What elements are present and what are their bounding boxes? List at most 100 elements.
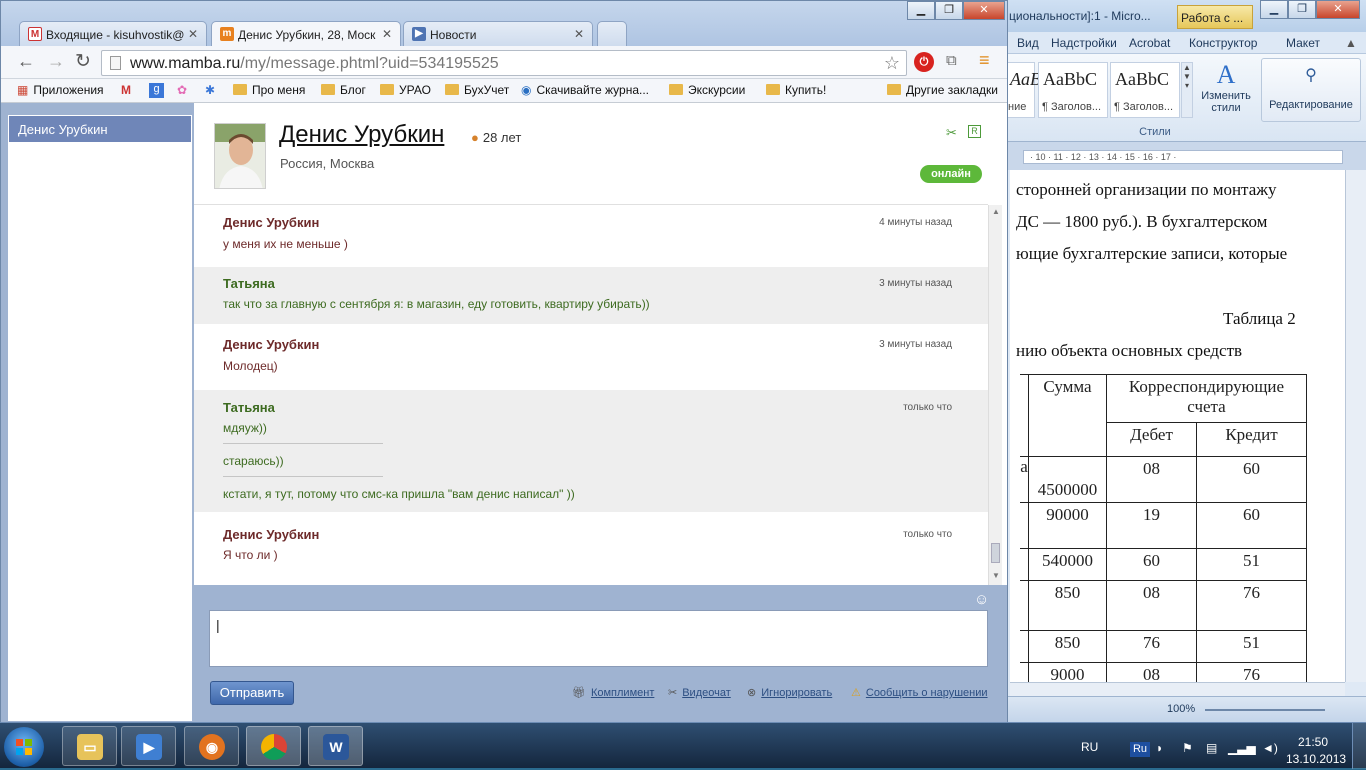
scrollbar-thumb[interactable] bbox=[991, 543, 1000, 563]
extension-icon[interactable]: ⧉ bbox=[946, 52, 966, 72]
avatar-image bbox=[215, 124, 265, 188]
folder-icon bbox=[380, 84, 394, 95]
flag-icon[interactable]: ⚑ bbox=[1182, 741, 1193, 755]
table-cell bbox=[1020, 502, 1029, 549]
clock-time[interactable]: 21:50 bbox=[1298, 735, 1328, 749]
avatar[interactable] bbox=[214, 123, 266, 189]
real-badge-icon[interactable]: R bbox=[968, 125, 981, 138]
start-button[interactable] bbox=[4, 727, 44, 767]
profile-name[interactable]: Денис Урубкин bbox=[279, 121, 444, 149]
videochat-icon[interactable]: ✂ bbox=[946, 125, 957, 141]
close-tab-icon[interactable]: ✕ bbox=[188, 27, 198, 41]
send-button[interactable]: Отправить bbox=[210, 681, 294, 705]
taskbar-explorer[interactable]: ▭ bbox=[62, 726, 117, 766]
styles-scroll-icon[interactable]: ▲ ▼ ▾ bbox=[1181, 62, 1193, 118]
word-horizontal-scrollbar[interactable] bbox=[1010, 682, 1345, 696]
menu-view[interactable]: Вид bbox=[1017, 36, 1039, 50]
printer-icon[interactable]: ▤ bbox=[1206, 741, 1217, 755]
menu-layout[interactable]: Макет bbox=[1286, 36, 1320, 50]
word-context-tab[interactable]: Работа с ... bbox=[1177, 5, 1253, 29]
bookmark-folder[interactable]: Про меня bbox=[233, 83, 305, 97]
puzzle-bookmark-icon[interactable]: ✱ bbox=[205, 83, 215, 97]
ruler-scale[interactable]: · 10 · 11 · 12 · 13 · 14 · 15 · 16 · 17 … bbox=[1023, 150, 1343, 164]
report-link[interactable]: ⚠ Сообщить о нарушении bbox=[851, 686, 988, 699]
tab-gmail[interactable]: M Входящие - kisuhvostik@ ✕ bbox=[19, 21, 207, 46]
message-author[interactable]: Татьяна bbox=[223, 400, 275, 415]
word-ruler: · 10 · 11 · 12 · 13 · 14 · 15 · 16 · 17 … bbox=[1005, 142, 1366, 170]
bookmark-apps[interactable]: ▦ Приложения bbox=[17, 83, 104, 97]
google-bookmark-icon[interactable]: g bbox=[149, 83, 164, 98]
network-icon[interactable]: ▁▃▅ bbox=[1228, 741, 1256, 755]
style-gallery-item[interactable]: AaBbCcI ние bbox=[1005, 62, 1076, 118]
volume-icon[interactable]: ◄) bbox=[1262, 741, 1278, 755]
bookmark-folder[interactable]: Купить! bbox=[766, 83, 826, 97]
flower-bookmark-icon[interactable]: ✿ bbox=[177, 83, 187, 97]
scroll-up-icon[interactable]: ▲ bbox=[992, 207, 1000, 216]
table-cell: 76 bbox=[1196, 580, 1307, 631]
taskbar-firefox[interactable]: ◉ bbox=[184, 726, 239, 766]
address-bar[interactable]: www.mamba.ru/my/message.phtml?uid=534195… bbox=[101, 50, 907, 76]
menu-design[interactable]: Конструктор bbox=[1189, 36, 1257, 50]
gmail-bookmark-icon[interactable]: M bbox=[121, 83, 131, 97]
tab-news[interactable]: ▶ Новости ✕ bbox=[403, 21, 593, 46]
style-gallery-item[interactable]: AaBbC ¶ Заголов... bbox=[1038, 62, 1108, 118]
bookmark-folder[interactable]: УРАО bbox=[380, 83, 431, 97]
maximize-icon[interactable]: ❐ bbox=[935, 1, 963, 20]
zoom-level[interactable]: 100% bbox=[1167, 703, 1195, 715]
clock-date[interactable]: 13.10.2013 bbox=[1286, 752, 1346, 766]
keyboard-layout-badge[interactable]: Ru bbox=[1130, 742, 1150, 757]
scroll-down-icon[interactable]: ▼ bbox=[992, 571, 1000, 580]
message-author[interactable]: Татьяна bbox=[223, 276, 275, 291]
bookmark-other[interactable]: Другие закладки bbox=[887, 83, 998, 97]
message-author[interactable]: Денис Урубкин bbox=[223, 527, 319, 542]
bookmark-folder[interactable]: Экскурсии bbox=[669, 83, 745, 97]
star-icon[interactable]: ☆ bbox=[884, 53, 900, 74]
change-styles-button[interactable]: A Изменить стили bbox=[1201, 60, 1251, 114]
editing-button[interactable]: ⚲ Редактирование bbox=[1261, 58, 1361, 122]
message-scrollbar[interactable]: ▲ ▼ bbox=[988, 205, 1002, 585]
close-icon[interactable]: ✕ bbox=[1316, 0, 1360, 19]
videochat-link[interactable]: ✂ Видеочат bbox=[668, 686, 731, 699]
message-author[interactable]: Денис Урубкин bbox=[223, 215, 319, 230]
bookmark-folder[interactable]: БухУчет bbox=[445, 83, 509, 97]
message-author[interactable]: Денис Урубкин bbox=[223, 337, 319, 352]
word-icon: W bbox=[323, 734, 349, 760]
language-indicator[interactable]: RU bbox=[1081, 740, 1098, 754]
close-icon[interactable]: ✕ bbox=[963, 1, 1005, 20]
back-icon[interactable]: ← bbox=[17, 51, 35, 72]
message-input[interactable]: | bbox=[209, 610, 988, 667]
menu-icon[interactable]: ≡ bbox=[979, 50, 990, 71]
minimize-icon[interactable]: ▁ bbox=[907, 1, 935, 20]
forward-icon[interactable]: → bbox=[47, 51, 65, 72]
help-icon[interactable]: ▲ bbox=[1345, 36, 1357, 50]
style-gallery-item[interactable]: AaBbC ¶ Заголов... bbox=[1110, 62, 1180, 118]
new-tab-button[interactable] bbox=[597, 21, 627, 46]
taskbar-media-player[interactable]: ▶ bbox=[121, 726, 176, 766]
contact-item-selected[interactable]: Денис Урубкин bbox=[9, 116, 191, 142]
minimize-icon[interactable]: ▁ bbox=[1260, 0, 1288, 19]
apps-icon: ▦ bbox=[17, 83, 29, 97]
zoom-slider[interactable] bbox=[1205, 709, 1325, 711]
bookmark-folder[interactable]: Блог bbox=[321, 83, 366, 97]
taskbar-chrome[interactable] bbox=[246, 726, 301, 766]
message-list[interactable]: Денис Урубкин 4 минуты назад у меня их н… bbox=[194, 205, 988, 585]
menu-addins[interactable]: Надстройки bbox=[1051, 36, 1117, 50]
document-page[interactable]: сторонней организации по монтажу ДС — 18… bbox=[1010, 170, 1345, 682]
close-tab-icon[interactable]: ✕ bbox=[574, 27, 584, 41]
tab-mamba[interactable]: m Денис Урубкин, 28, Моск ✕ bbox=[211, 21, 401, 46]
reload-icon[interactable]: ↻ bbox=[75, 50, 91, 73]
show-desktop-button[interactable] bbox=[1352, 723, 1366, 769]
ignore-link[interactable]: ⊗ Игнорировать bbox=[747, 686, 832, 699]
tray-app-icon[interactable]: ◗ bbox=[1156, 741, 1163, 755]
menu-acrobat[interactable]: Acrobat bbox=[1129, 36, 1170, 50]
message-text: мдяуж)) bbox=[223, 421, 267, 435]
bookmark-link[interactable]: ◉ Скачивайте журна... bbox=[521, 83, 649, 97]
taskbar-word[interactable]: W bbox=[308, 726, 363, 766]
adblock-icon[interactable]: ⏻ bbox=[914, 52, 934, 72]
compliment-link[interactable]: 🎁︎ Комплимент bbox=[572, 686, 654, 699]
word-vertical-scrollbar[interactable] bbox=[1345, 170, 1366, 682]
maximize-icon[interactable]: ❐ bbox=[1288, 0, 1316, 19]
close-tab-icon[interactable]: ✕ bbox=[382, 27, 392, 41]
smiley-icon[interactable]: ☺ bbox=[974, 591, 989, 608]
warning-icon: ⚠ bbox=[851, 687, 861, 699]
